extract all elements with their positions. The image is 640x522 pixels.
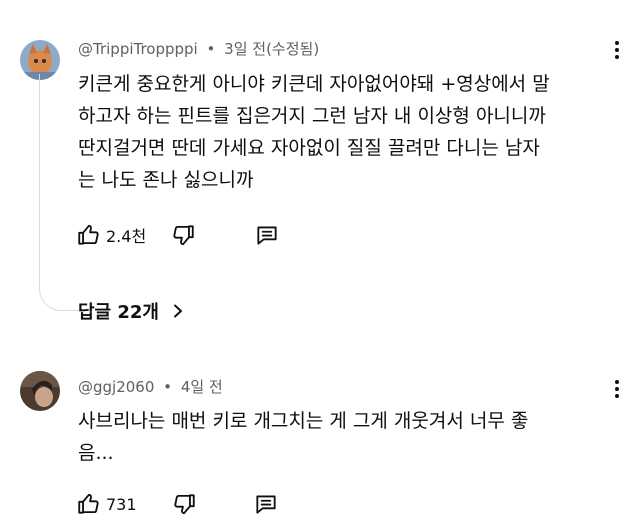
like-count: 731 <box>106 494 137 514</box>
view-replies-button[interactable]: 답글 22개 <box>78 298 185 324</box>
comment-text: 키큰게 중요한게 아니야 키큰데 자아없어야돼 +영상에서 말 하고자 하는 핀… <box>78 73 550 191</box>
chevron-right-icon <box>174 304 182 318</box>
reply-button[interactable] <box>253 491 279 517</box>
comment-actions: 731 <box>76 486 279 522</box>
avatar-ggj[interactable] <box>20 371 60 411</box>
author-handle[interactable]: @ggj2060 <box>78 378 154 396</box>
like-button[interactable]: 2.4천 <box>76 222 146 248</box>
comment-meta: @TrippiTroppppi • 3일 전(수정됨) <box>78 40 320 58</box>
reply-icon <box>257 226 277 245</box>
thumbs-down-icon <box>173 225 194 246</box>
comment-timestamp[interactable]: 4일 전 <box>181 378 223 396</box>
like-button[interactable]: 731 <box>76 491 137 517</box>
comment-actions: 2.4천 <box>76 217 280 253</box>
dislike-button[interactable] <box>170 222 196 248</box>
thread-line <box>39 74 80 311</box>
comment-text: 사브리나는 매번 키로 개그치는 게 그게 개웃겨서 너무 좋 음... <box>78 410 529 464</box>
more-options-icon[interactable] <box>608 377 626 401</box>
replies-count-label: 답글 22개 <box>78 302 159 323</box>
reply-icon <box>255 495 276 514</box>
thumbs-down-icon <box>173 494 195 515</box>
author-handle[interactable]: @TrippiTroppppi <box>78 40 198 58</box>
like-count: 2.4천 <box>106 227 147 246</box>
dislike-button[interactable] <box>171 491 197 517</box>
comment-timestamp[interactable]: 3일 전(수정됨) <box>224 40 319 58</box>
more-options-icon[interactable] <box>608 38 626 62</box>
thumbs-up-icon <box>78 493 99 514</box>
comment-meta: @ggj2060 • 4일 전 <box>78 378 223 396</box>
reply-button[interactable] <box>254 222 280 248</box>
